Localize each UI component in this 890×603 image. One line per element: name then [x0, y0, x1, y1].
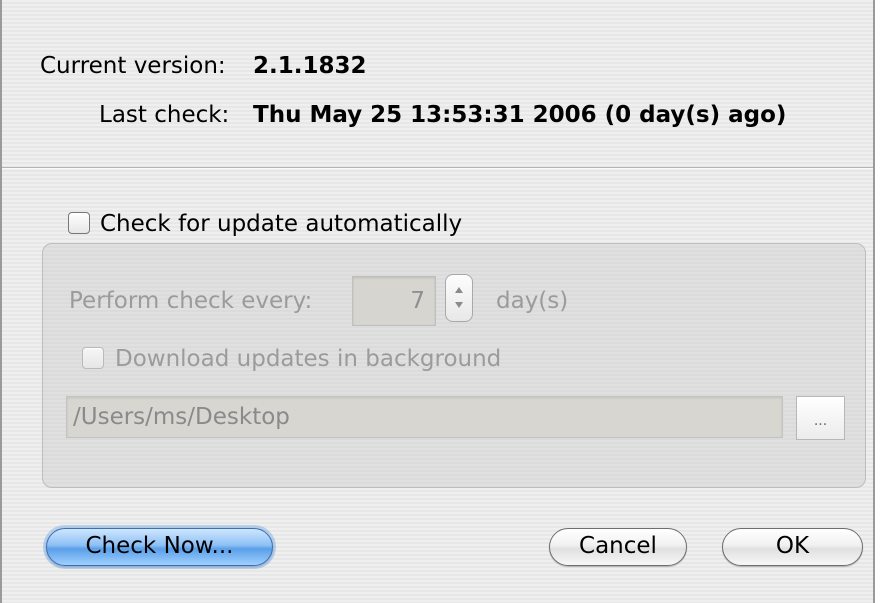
browse-button[interactable]: ... [796, 396, 845, 440]
last-check-value: Thu May 25 13:53:31 2006 (0 day(s) ago) [253, 102, 787, 128]
check-interval-value: 7 [410, 288, 425, 314]
ok-button[interactable]: OK [722, 528, 863, 566]
current-version-value: 2.1.1832 [253, 53, 367, 79]
separator-line [2, 167, 873, 169]
check-now-button[interactable]: Check Now... [46, 528, 273, 566]
arrow-up-icon[interactable] [455, 287, 463, 293]
last-check-label: Last check: [99, 102, 230, 128]
perform-check-label: Perform check every: [69, 288, 313, 314]
check-interval-field[interactable]: 7 [352, 276, 436, 326]
current-version-label: Current version: [40, 53, 226, 79]
download-path-field[interactable]: /Users/ms/Desktop [66, 396, 783, 438]
up-down-arrows-icon[interactable] [445, 274, 473, 322]
background-download-label[interactable]: Download updates in background [115, 345, 501, 373]
arrow-down-icon[interactable] [455, 302, 463, 308]
auto-check-checkbox[interactable] [68, 212, 90, 234]
cancel-button[interactable]: Cancel [549, 528, 687, 566]
background-download-checkbox[interactable] [82, 347, 104, 369]
interval-unit-label: day(s) [496, 288, 569, 314]
auto-check-label[interactable]: Check for update automatically [100, 210, 462, 238]
software-update-dialog: Current version: 2.1.1832 Last check: Th… [0, 0, 875, 603]
